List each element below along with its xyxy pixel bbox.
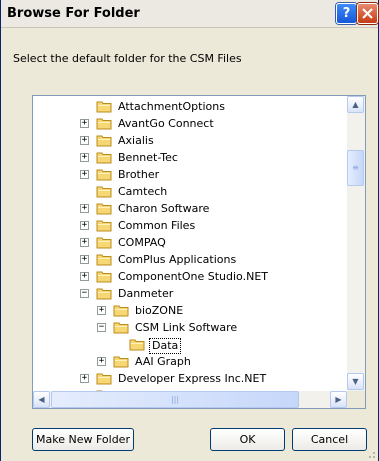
folder-icon: [96, 152, 112, 164]
tree-item[interactable]: − Danmeter: [33, 286, 347, 302]
horizontal-scroll-thumb[interactable]: |||: [51, 391, 299, 408]
horizontal-scrollbar[interactable]: ◀ ||| ▶: [33, 391, 347, 408]
folder-tree[interactable]: AttachmentOptions + AvantGo Connect + Axiali…: [32, 95, 366, 409]
tree-item-label: Bennet-Tec: [118, 151, 178, 164]
browse-for-folder-dialog: Browse For Folder ? Select the default f…: [0, 0, 379, 461]
folder-icon: [96, 220, 112, 232]
scroll-left-button[interactable]: ◀: [33, 391, 50, 408]
scroll-up-button[interactable]: ▲: [347, 96, 364, 113]
tree-item-label: Axialis: [118, 134, 154, 147]
tree-item[interactable]: − CSM Link Software: [33, 320, 347, 336]
tree-item-label: Charon Software: [118, 202, 210, 215]
folder-icon: [113, 322, 129, 334]
scroll-right-button[interactable]: ▶: [330, 391, 347, 408]
folder-icon: [96, 288, 112, 300]
tree-item-label: AttachmentOptions: [118, 100, 225, 113]
folder-icon: [96, 254, 112, 266]
tree-item-label: Brother: [118, 168, 160, 181]
cancel-button[interactable]: Cancel: [292, 428, 367, 451]
tree-item-label: AvantGo Connect: [118, 117, 214, 130]
expand-icon[interactable]: +: [80, 272, 89, 281]
tree-item-label: Common Files: [118, 219, 196, 232]
expand-icon[interactable]: +: [80, 119, 89, 128]
expand-icon[interactable]: +: [80, 221, 89, 230]
ok-button[interactable]: OK: [210, 428, 285, 451]
expand-icon[interactable]: +: [80, 136, 89, 145]
close-icon[interactable]: [357, 3, 378, 24]
help-icon[interactable]: ?: [336, 3, 357, 24]
folder-icon: [96, 118, 112, 130]
tree-item[interactable]: Data: [33, 337, 347, 354]
folder-icon: [113, 356, 129, 368]
tree-item[interactable]: + Axialis: [33, 133, 347, 149]
tree-item-label: bioZONE: [135, 304, 184, 317]
tree-item-label: Camtech: [118, 185, 168, 198]
dialog-title: Browse For Folder: [7, 6, 140, 21]
collapse-icon[interactable]: −: [97, 323, 106, 332]
tree-item-label: AAI Graph: [135, 355, 191, 368]
folder-tree-list: AttachmentOptions + AvantGo Connect + Axiali…: [33, 96, 347, 391]
tree-item-label: Danmeter: [118, 287, 174, 300]
tree-item[interactable]: Camtech: [33, 184, 347, 200]
open-folder-icon: [129, 339, 145, 351]
expand-icon[interactable]: +: [80, 374, 89, 383]
folder-icon: [96, 373, 112, 385]
vertical-scroll-thumb[interactable]: ≡: [347, 150, 364, 186]
folder-icon: [96, 237, 112, 249]
tree-item[interactable]: + Common Files: [33, 218, 347, 234]
title-bar[interactable]: Browse For Folder ?: [1, 0, 378, 28]
folder-icon: [96, 101, 112, 113]
scroll-down-button[interactable]: ▼: [347, 373, 364, 390]
tree-item-label: CSM Link Software: [135, 321, 238, 334]
expand-icon[interactable]: +: [80, 204, 89, 213]
folder-icon: [96, 169, 112, 181]
expand-icon[interactable]: +: [80, 170, 89, 179]
expand-icon[interactable]: +: [80, 153, 89, 162]
tree-item[interactable]: + COMPAQ: [33, 235, 347, 251]
tree-item[interactable]: + AAI Graph: [33, 354, 347, 370]
scroll-corner: [347, 391, 365, 408]
vertical-scrollbar[interactable]: ▲ ≡ ▼: [347, 96, 365, 391]
folder-icon: [96, 135, 112, 147]
expand-icon[interactable]: +: [97, 306, 106, 315]
tree-item[interactable]: + Bennet-Tec: [33, 150, 347, 166]
tree-item[interactable]: + bioZONE: [33, 303, 347, 319]
tree-item-label: Data: [149, 338, 182, 354]
folder-icon: [96, 186, 112, 198]
folder-icon: [96, 271, 112, 283]
tree-item[interactable]: + ComponentOne Studio.NET: [33, 269, 347, 285]
collapse-icon[interactable]: −: [80, 289, 89, 298]
tree-item-label: ComponentOne Studio.NET: [118, 270, 268, 283]
expand-icon[interactable]: +: [80, 255, 89, 264]
tree-item[interactable]: + Charon Software: [33, 201, 347, 217]
tree-item[interactable]: + ComPlus Applications: [33, 252, 347, 268]
folder-icon: [113, 305, 129, 317]
tree-item-label: Developer Express Inc.NET: [118, 372, 267, 385]
tree-item-label: ComPlus Applications: [118, 253, 237, 266]
expand-icon[interactable]: +: [97, 357, 106, 366]
resize-grip-icon[interactable]: [366, 449, 376, 459]
tree-item[interactable]: + AvantGo Connect: [33, 116, 347, 132]
expand-icon[interactable]: +: [80, 238, 89, 247]
tree-item[interactable]: AttachmentOptions: [33, 99, 347, 115]
instruction-text: Select the default folder for the CSM Fi…: [13, 52, 242, 65]
tree-item-label: COMPAQ: [118, 236, 166, 249]
folder-icon: [96, 203, 112, 215]
tree-item[interactable]: + Developer Express Inc.NET: [33, 371, 347, 387]
tree-item[interactable]: + Brother: [33, 167, 347, 183]
make-new-folder-button[interactable]: Make New Folder: [32, 428, 134, 451]
